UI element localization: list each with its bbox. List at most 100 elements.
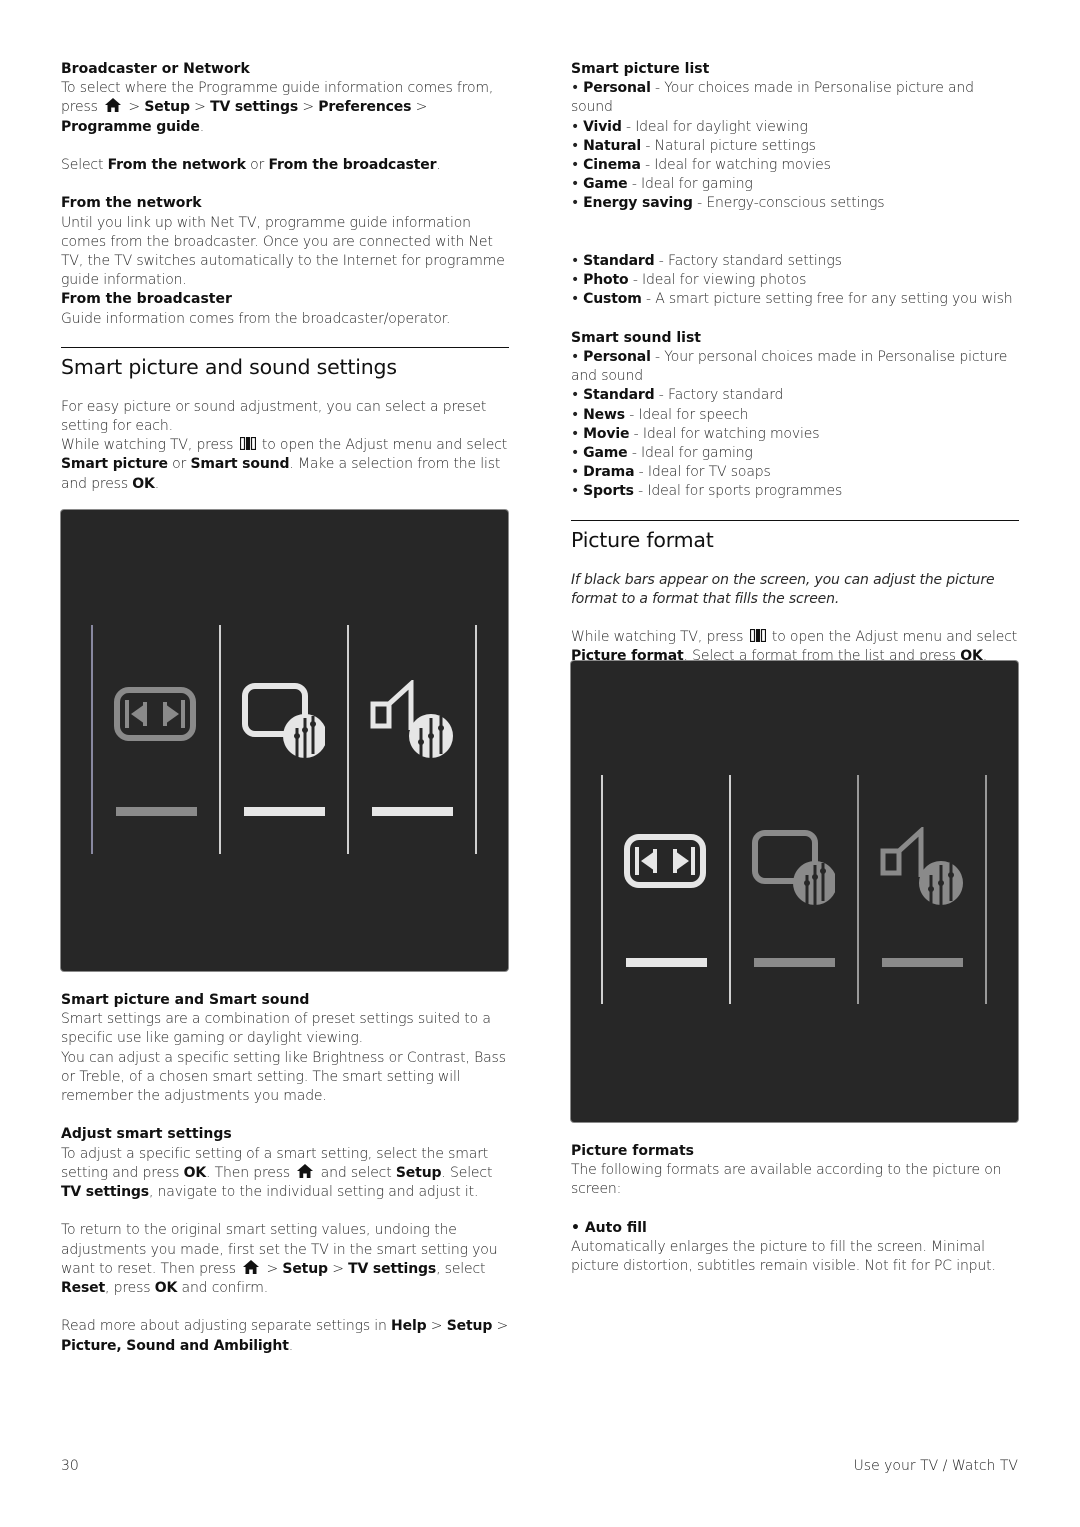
smart-both-heading: Smart picture and Smart sound xyxy=(61,992,310,1008)
smart-instruction-text: While watching TV, press to open the Adj… xyxy=(61,437,508,492)
adjust-menu-screenshot-format xyxy=(571,661,1018,1122)
smart-sound-item-name: Movie xyxy=(583,425,630,442)
menu-path-setup: Setup xyxy=(144,99,190,116)
picture-format-intro: If black bars appear on the screen, you … xyxy=(571,571,995,607)
adjust-icon xyxy=(750,629,766,642)
smart-sound-list-heading: Smart sound list xyxy=(571,329,701,346)
adjust-smart-heading: Adjust smart settings xyxy=(61,1126,232,1143)
smart-sound-item-desc: - Ideal for TV soaps xyxy=(634,464,771,481)
smart-picture-item: • Personal - Your choices made in Persona… xyxy=(571,80,974,116)
smart-picture-item-desc: - Ideal for daylight viewing xyxy=(621,118,808,135)
smart-picture-icon[interactable] xyxy=(241,680,327,760)
adjust-smart-text: To adjust a specific setting of a smart … xyxy=(61,1145,493,1201)
menu-path-tv-settings: TV settings xyxy=(210,99,299,116)
smart-picture-list: • Personal - Your choices made in Persona… xyxy=(571,79,1019,213)
smart-picture-item-name: Game xyxy=(583,176,628,193)
smart-picture-item-name: Vivid xyxy=(583,118,622,135)
smart-sound-item-desc: - Ideal for gaming xyxy=(627,445,753,462)
section-footer: Use your TV / Watch TV xyxy=(853,1458,1018,1474)
smart-picture-item-name: Personal xyxy=(583,80,651,97)
smart-picture-item-desc: - Factory standard settings xyxy=(654,253,842,269)
broadcaster-heading: Broadcaster or Network xyxy=(61,61,250,77)
smart-sound-item-desc: - Ideal for watching movies xyxy=(629,425,820,442)
smart-sound-item-desc: - Factory standard xyxy=(654,387,784,404)
smart-picture-item-desc: - Ideal for watching movies xyxy=(640,157,831,174)
smart-picture-item: • Energy saving - Energy-conscious settin… xyxy=(571,195,885,212)
format-item-auto-fill-desc: Automatically enlarges the picture to fi… xyxy=(571,1239,996,1275)
smart-sound-item-name: Game xyxy=(583,445,628,462)
menu-divider xyxy=(475,625,477,854)
smart-picture-item-name: Cinema xyxy=(583,157,641,174)
menu-path-programme-guide: Programme guide xyxy=(61,118,200,135)
home-icon xyxy=(243,1260,259,1274)
menu-item-highlight-bar xyxy=(882,958,963,967)
smart-both-text-2: You can adjust a specific setting like B… xyxy=(61,1049,506,1105)
smart-picture-item-desc: - Natural picture settings xyxy=(641,137,816,154)
section-divider xyxy=(571,519,1019,521)
smart-picture-item: • Photo - Ideal for viewing photos xyxy=(571,272,807,289)
smart-picture-item: • Vivid - Ideal for daylight viewing xyxy=(571,118,808,135)
smart-sound-icon[interactable] xyxy=(879,825,963,907)
from-network-heading: From the network xyxy=(61,195,202,212)
format-item-auto-fill: • Auto fill xyxy=(571,1219,647,1236)
smart-sound-item-name: Personal xyxy=(583,349,651,365)
read-more-text: Read more about adjusting separate setti… xyxy=(61,1318,509,1354)
broadcaster-text: To select where the Programme guide info… xyxy=(61,80,494,135)
smart-sound-item: • Game - Ideal for gaming xyxy=(571,445,753,462)
menu-item-highlight-bar xyxy=(372,807,453,816)
smart-picture-icon[interactable] xyxy=(751,827,837,907)
smart-picture-item-name: Custom xyxy=(583,291,642,308)
section-title-picture-format: Picture format xyxy=(571,527,714,552)
smart-intro-text: For easy picture or sound adjustment, yo… xyxy=(61,398,487,435)
reset-text: To return to the original smart setting … xyxy=(61,1222,498,1297)
smart-sound-item: • Drama - Ideal for TV soaps xyxy=(571,464,771,481)
menu-divider xyxy=(91,625,93,854)
menu-divider xyxy=(219,625,221,854)
smart-sound-item-name: Sports xyxy=(583,483,634,500)
from-broadcaster-heading: From the broadcaster xyxy=(61,291,232,308)
picture-format-icon[interactable] xyxy=(623,827,707,907)
home-icon xyxy=(297,1164,313,1178)
picture-format-icon[interactable] xyxy=(113,680,197,760)
from-network-text: Until you link up with Net TV, programme… xyxy=(61,214,505,289)
smart-picture-item: • Standard - Factory standard settings xyxy=(571,253,842,269)
picture-formats-intro: The following formats are available acco… xyxy=(571,1162,1002,1198)
smart-picture-item-desc: - Ideal for viewing photos xyxy=(628,272,807,289)
smart-sound-item: • News - Ideal for speech xyxy=(571,406,749,423)
left-column: Broadcaster or Network To select where t… xyxy=(61,60,509,494)
smart-sound-list: • Personal - Your personal choices made i… xyxy=(571,348,1019,502)
smart-sound-item: • Movie - Ideal for watching movies xyxy=(571,425,820,442)
menu-divider xyxy=(985,775,987,1004)
smart-picture-item: • Custom - A smart picture setting free f… xyxy=(571,291,1013,308)
right-column-lower: Picture formats The following formats ar… xyxy=(571,1142,1019,1276)
menu-divider xyxy=(347,625,349,854)
menu-item-highlight-bar xyxy=(754,958,835,967)
menu-item-highlight-bar xyxy=(626,958,707,967)
smart-sound-item: • Standard - Factory standard xyxy=(571,387,784,404)
smart-picture-item-name: Photo xyxy=(583,272,629,289)
adjust-menu-screenshot-smart xyxy=(61,510,508,971)
section-title-smart-settings: Smart picture and sound settings xyxy=(61,354,397,379)
smart-sound-icon[interactable] xyxy=(369,678,453,760)
smart-sound-item-name: News xyxy=(583,406,625,423)
menu-divider xyxy=(601,775,603,1004)
smart-sound-item: • Sports - Ideal for sports programmes xyxy=(571,483,843,500)
broadcaster-select-text: Select From the network or From the broa… xyxy=(61,157,441,173)
menu-divider xyxy=(729,775,731,1004)
smart-sound-item-name: Standard xyxy=(583,387,655,404)
home-icon xyxy=(105,98,121,112)
smart-picture-item-name: Energy saving xyxy=(583,195,693,212)
adjust-icon xyxy=(240,437,256,450)
smart-sound-item-desc: - Ideal for speech xyxy=(625,406,749,423)
smart-sound-item-name: Drama xyxy=(583,464,635,481)
picture-formats-heading: Picture formats xyxy=(571,1143,694,1159)
menu-path-preferences: Preferences xyxy=(318,99,412,116)
right-column: Smart picture list • Personal - Your choi… xyxy=(571,60,1019,667)
smart-picture-item-desc: - Ideal for gaming xyxy=(627,176,753,193)
smart-sound-item: • Personal - Your personal choices made i… xyxy=(571,349,1008,385)
page-number: 30 xyxy=(61,1458,79,1474)
menu-item-highlight-bar xyxy=(244,807,325,816)
smart-picture-item: • Natural - Natural picture settings xyxy=(571,137,816,154)
from-broadcaster-text: Guide information comes from the broadca… xyxy=(61,310,451,327)
left-column-lower: Smart picture and Smart sound Smart sett… xyxy=(61,991,509,1356)
